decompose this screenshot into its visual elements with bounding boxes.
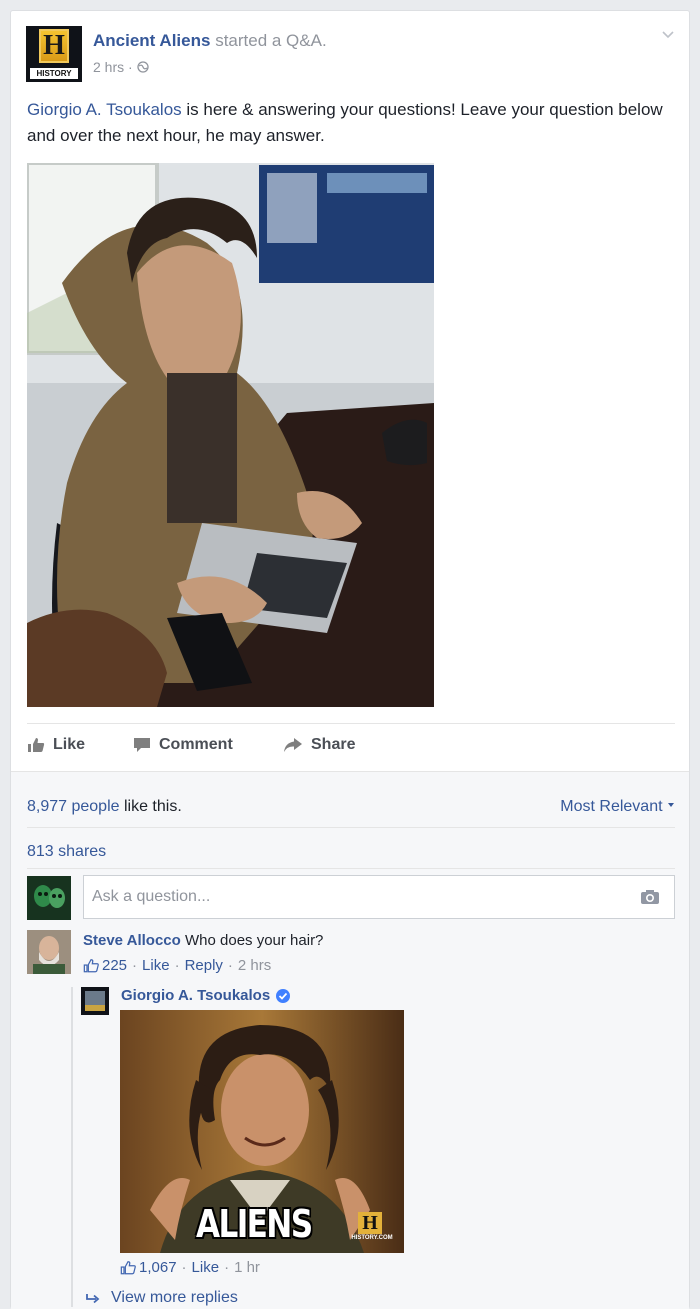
reply-arrow-icon — [86, 1294, 100, 1304]
likes-count-link[interactable]: 8,977 people — [27, 798, 120, 815]
comment-icon — [134, 738, 150, 752]
replier-avatar[interactable] — [81, 987, 109, 1015]
watermark-text: HISTORY.COM — [351, 1235, 393, 1241]
globe-icon — [136, 61, 149, 73]
commenter-avatar-image — [27, 930, 71, 974]
comment-time[interactable]: 2 hrs — [238, 957, 271, 974]
history-logo-text: HISTORY — [30, 68, 78, 79]
ask-question-box — [83, 875, 675, 919]
like-label: Like — [53, 736, 86, 753]
post-photo[interactable] — [27, 163, 434, 707]
likes-suffix: like this. — [119, 798, 182, 815]
share-icon — [284, 738, 302, 752]
like-button[interactable]: Like — [27, 736, 85, 754]
history-watermark: H HISTORY.COM — [348, 1212, 396, 1246]
comment-reply-link[interactable]: Reply — [185, 957, 223, 974]
ask-question-input[interactable] — [84, 876, 624, 918]
thumbs-up-icon — [120, 1261, 136, 1275]
commenter-avatar[interactable] — [27, 930, 71, 974]
share-label: Share — [311, 736, 356, 753]
post-card: H HISTORY Ancient Aliens started a Q&A. … — [10, 10, 690, 1309]
share-button[interactable]: Share — [283, 736, 355, 754]
comment-like-count[interactable]: 225 — [102, 957, 127, 974]
thumbs-up-icon — [28, 738, 45, 752]
verified-badge-icon — [276, 988, 291, 1003]
meme-caption: ALIENS — [196, 1202, 313, 1246]
sort-label: Most Relevant — [560, 798, 663, 815]
reply-author-link[interactable]: Giorgio A. Tsoukalos — [121, 987, 270, 1004]
mention-link[interactable]: Giorgio A. Tsoukalos — [27, 100, 182, 119]
comment-body: Who does your hair? — [180, 932, 324, 949]
aliens-meme-image[interactable]: ALIENS H HISTORY.COM — [120, 1010, 404, 1253]
reply-thread-line — [71, 987, 73, 1307]
sort-dropdown[interactable]: Most Relevant — [560, 798, 675, 816]
comment-author-link[interactable]: Steve Allocco — [83, 932, 181, 949]
chevron-down-icon[interactable] — [661, 27, 675, 41]
comment-label: Comment — [159, 736, 233, 753]
comment-button[interactable]: Comment — [133, 736, 233, 754]
post-timestamp: 2 hrs · — [93, 59, 149, 75]
post-text: Giorgio A. Tsoukalos is here & answering… — [27, 97, 667, 149]
reply-like-link[interactable]: Like — [192, 1259, 220, 1276]
comment-text: Steve Allocco Who does your hair? — [83, 932, 323, 949]
history-logo-letter: H — [39, 29, 69, 63]
reply-like-count[interactable]: 1,067 — [139, 1259, 177, 1276]
shares-count-link[interactable]: 813 shares — [27, 843, 106, 861]
post-actions: Like Comment Share — [27, 723, 675, 769]
post-time[interactable]: 2 hrs — [93, 59, 124, 75]
camera-icon[interactable] — [640, 889, 660, 905]
likes-summary: 8,977 people like this. — [27, 798, 182, 816]
post-verb: started a Q&A. — [215, 31, 327, 50]
user-avatar-image — [27, 876, 71, 920]
view-more-label: View more replies — [111, 1289, 238, 1306]
view-more-replies-link[interactable]: View more replies — [85, 1289, 238, 1307]
post-photo-illustration — [27, 163, 434, 707]
user-avatar[interactable] — [27, 876, 71, 920]
comment-like-link[interactable]: Like — [142, 957, 170, 974]
divider — [27, 827, 675, 828]
watermark-letter: H — [358, 1212, 382, 1234]
replier-avatar-image — [81, 987, 109, 1015]
divider — [27, 868, 675, 869]
reply-meta: 1,067 · Like · 1 hr — [120, 1259, 260, 1276]
page-name-link[interactable]: Ancient Aliens — [93, 31, 210, 50]
comment-meta: 225 · Like · Reply · 2 hrs — [83, 957, 271, 974]
thumbs-up-icon — [83, 959, 99, 973]
reply-time[interactable]: 1 hr — [234, 1259, 260, 1276]
caret-down-icon — [668, 803, 674, 807]
comments-section: 8,977 people like this. Most Relevant 81… — [11, 771, 689, 1309]
post-header: Ancient Aliens started a Q&A. — [93, 31, 327, 51]
history-logo[interactable]: H HISTORY — [26, 26, 82, 82]
reply-author: Giorgio A. Tsoukalos — [121, 987, 291, 1004]
